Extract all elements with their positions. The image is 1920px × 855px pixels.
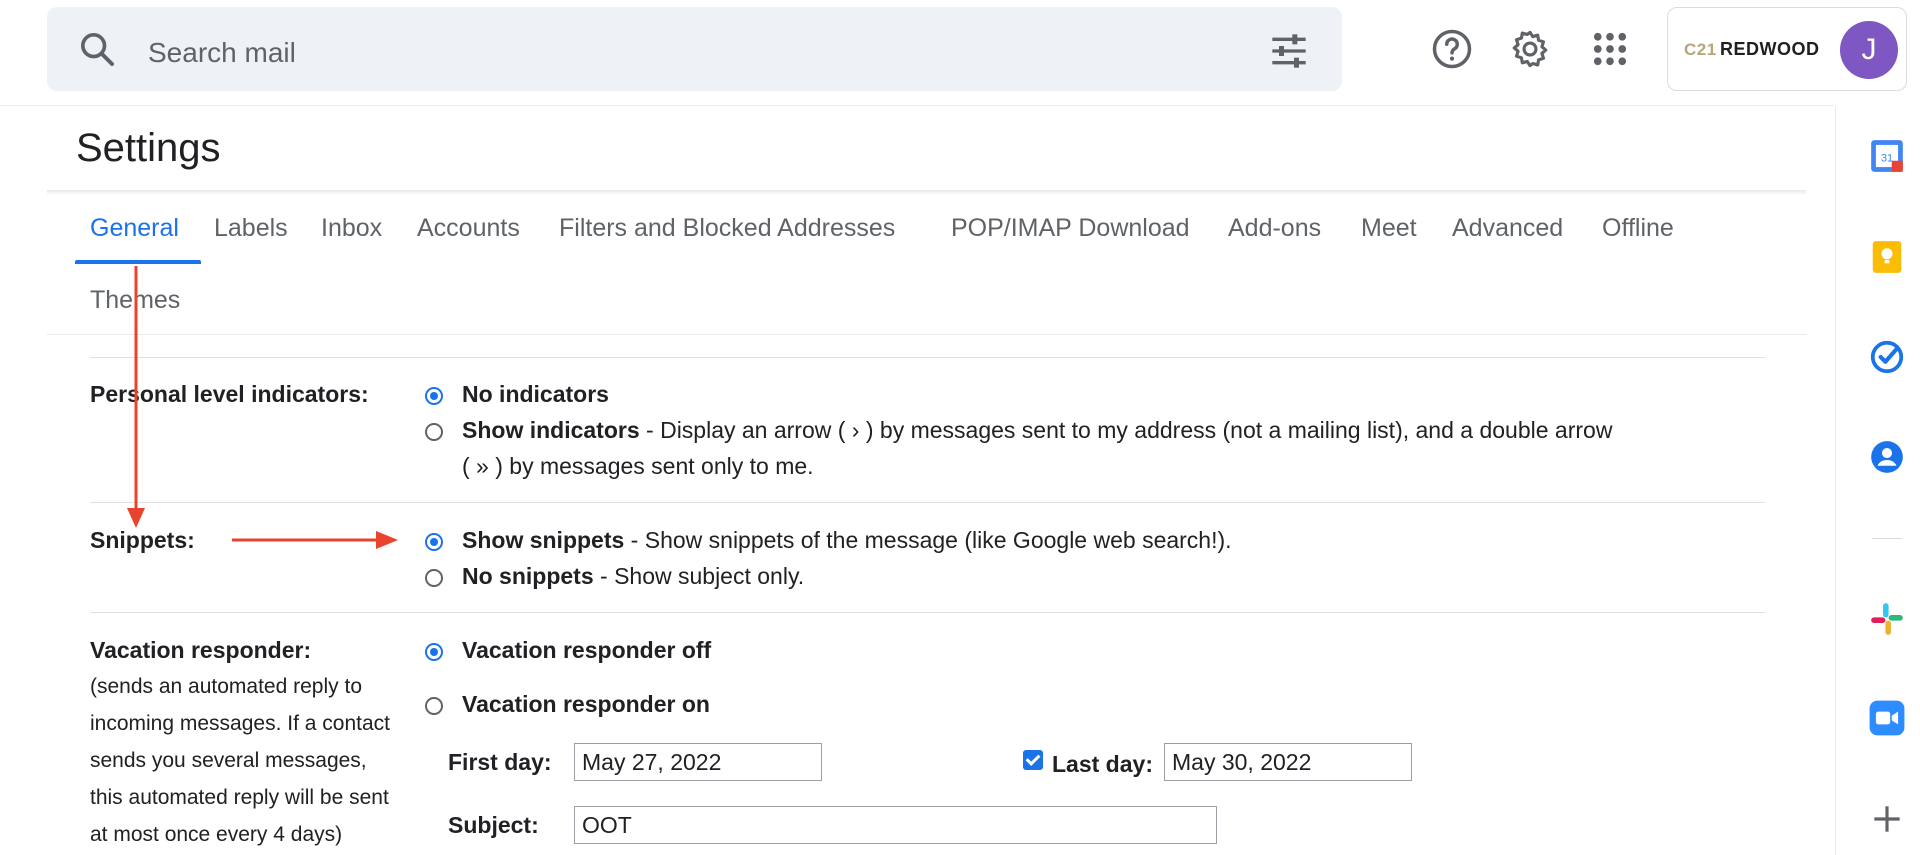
section-divider [90, 357, 1765, 358]
no-snippets-option: No snippets - Show subject only. [462, 563, 805, 589]
no-indicators-radio[interactable] [425, 387, 443, 405]
zoom-icon[interactable] [1868, 699, 1906, 737]
vacation-responder-label: Vacation responder: [90, 637, 312, 663]
section-divider [90, 612, 1765, 613]
vacation-help-line-2: incoming messages. If a contact [90, 712, 390, 735]
gear-icon[interactable] [1509, 28, 1551, 70]
show-snippets-option: Show snippets - Show snippets of the mes… [462, 527, 1232, 553]
vacation-off-radio[interactable] [425, 643, 443, 661]
annotation-arrow-right [232, 531, 398, 549]
tab-accounts[interactable]: Accounts [417, 214, 520, 243]
vacation-help-line-1: (sends an automated reply to [90, 675, 362, 698]
help-icon[interactable] [1431, 28, 1473, 70]
side-panel-separator [1872, 538, 1902, 539]
snippets-label: Snippets: [90, 527, 195, 553]
tasks-icon[interactable] [1868, 338, 1906, 376]
show-indicators-option: Show indicators - Display an arrow ( › )… [462, 417, 1613, 443]
vacation-off-option: Vacation responder off [462, 637, 712, 663]
tab-advanced[interactable]: Advanced [1452, 214, 1563, 243]
search-options-icon[interactable] [1269, 34, 1309, 68]
first-day-label: First day: [448, 749, 552, 775]
search-input[interactable]: Search mail [148, 37, 296, 69]
side-panel-divider [1835, 106, 1836, 855]
tab-general[interactable]: General [90, 214, 179, 243]
personal-indicators-label: Personal level indicators: [90, 381, 369, 407]
tab-themes[interactable]: Themes [90, 286, 180, 315]
svg-text:31: 31 [1881, 153, 1893, 165]
vacation-help-line-4: this automated reply will be sent [90, 786, 389, 809]
tab-labels[interactable]: Labels [214, 214, 288, 243]
no-snippets-radio[interactable] [425, 569, 443, 587]
last-day-label: Last day: [1052, 751, 1153, 777]
brand-name: REDWOOD [1720, 39, 1820, 59]
active-tab-indicator [75, 260, 201, 264]
subject-input[interactable] [574, 806, 1217, 844]
subject-label: Subject: [448, 812, 539, 838]
vacation-on-option: Vacation responder on [462, 691, 710, 717]
contacts-icon[interactable] [1868, 438, 1906, 476]
tabs-divider [47, 334, 1807, 335]
no-indicators-option: No indicators [462, 381, 609, 407]
header-divider [0, 105, 1834, 106]
account-switcher[interactable]: C21 REDWOOD J [1667, 7, 1907, 91]
last-day-checkbox[interactable] [1023, 750, 1043, 770]
first-day-input[interactable] [574, 743, 822, 781]
avatar[interactable]: J [1840, 21, 1898, 79]
vacation-help-line-5: at most once every 4 days) [90, 823, 343, 846]
tab-offline[interactable]: Offline [1602, 214, 1674, 243]
tab-meet[interactable]: Meet [1361, 214, 1417, 243]
section-divider [90, 502, 1765, 503]
calendar-icon[interactable]: 31 [1868, 137, 1906, 175]
page-title: Settings [76, 126, 221, 170]
show-snippets-radio[interactable] [425, 533, 443, 551]
add-icon[interactable] [1868, 800, 1906, 838]
tab-filters[interactable]: Filters and Blocked Addresses [559, 214, 895, 243]
tab-inbox[interactable]: Inbox [321, 214, 382, 243]
title-divider [47, 190, 1806, 195]
slack-icon[interactable] [1868, 600, 1906, 638]
vacation-on-radio[interactable] [425, 697, 443, 715]
keep-icon[interactable] [1868, 238, 1906, 276]
vacation-help-line-3: sends you several messages, [90, 749, 367, 772]
last-day-input[interactable] [1164, 743, 1412, 781]
show-indicators-description: ( » ) by messages sent only to me. [462, 453, 814, 479]
search-bar[interactable]: Search mail [47, 7, 1342, 91]
tab-pop-imap[interactable]: POP/IMAP Download [951, 214, 1190, 243]
brand-prefix: C21 [1684, 40, 1717, 59]
tab-add-ons[interactable]: Add-ons [1228, 214, 1321, 243]
apps-grid-icon[interactable] [1589, 28, 1631, 70]
search-icon[interactable] [77, 29, 117, 69]
show-indicators-radio[interactable] [425, 423, 443, 441]
